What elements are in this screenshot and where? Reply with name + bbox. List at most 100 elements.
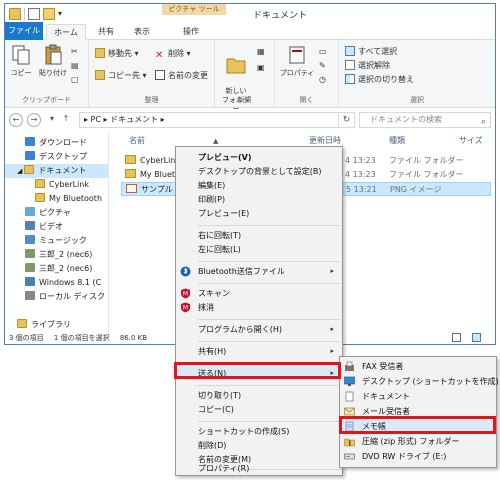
nav-item-cyberlink[interactable]: CyberLink	[5, 178, 108, 192]
menu-item-create-shortcut[interactable]: ショートカットの作成(S)	[176, 425, 342, 438]
chevron-down-icon[interactable]: ◢	[17, 167, 22, 175]
folder-icon	[35, 179, 45, 188]
delete-icon: ✕	[155, 50, 164, 61]
context-menu: プレビュー(V) デスクトップの背景として設定(B) 編集(E) 印刷(P) プ…	[175, 146, 343, 476]
tab-share[interactable]: 共有	[91, 24, 121, 40]
documents-icon	[24, 165, 35, 174]
select-all-button[interactable]: すべて選択	[345, 46, 397, 58]
desktop-icon	[25, 151, 35, 160]
rename-button[interactable]: 名前の変更	[155, 70, 208, 82]
edit-icon[interactable]: ✎	[319, 60, 326, 72]
move-to-button[interactable]: 移動先 ▾	[95, 48, 139, 60]
menu-item-rotate-left[interactable]: 左に回転(L)	[176, 243, 342, 256]
svg-text:M: M	[183, 291, 188, 298]
nav-item-local-disk[interactable]: ローカル ディスク (D	[5, 290, 108, 304]
antivirus-icon: M	[181, 288, 190, 299]
details-view-icon[interactable]	[452, 333, 461, 342]
nav-item-windows-drive[interactable]: Windows 8.1 (C	[5, 276, 108, 290]
refresh-icon[interactable]: ↻	[339, 112, 355, 128]
select-none-button[interactable]: 選択解除	[345, 60, 390, 72]
nav-item-network-drive-1[interactable]: 三郎_2 (nec6)	[5, 248, 108, 262]
nav-item-documents[interactable]: ◢ ドキュメント	[5, 164, 108, 178]
new-item-icon[interactable]: ▦	[257, 46, 265, 58]
copy-button[interactable]: コピー	[7, 44, 35, 78]
invert-selection-button[interactable]: 選択の切り替え	[345, 74, 414, 86]
column-header-size[interactable]: サイズ	[459, 134, 483, 148]
menu-item-edit[interactable]: 編集(E)	[176, 179, 342, 192]
large-icons-view-icon[interactable]	[472, 333, 481, 342]
nav-item-music[interactable]: ミュージック	[5, 234, 108, 248]
menu-item-print[interactable]: 印刷(P)	[176, 193, 342, 206]
invert-selection-icon	[345, 74, 355, 84]
open-icon[interactable]: ▭	[319, 46, 327, 58]
status-selected: 1 個の項目を選択	[53, 334, 110, 342]
easy-access-icon[interactable]: ▣	[257, 62, 265, 74]
send-to-fax[interactable]: FAX 受信者	[340, 360, 496, 373]
send-to-desktop[interactable]: デスクトップ (ショートカットを作成)	[340, 375, 499, 388]
ribbon: コピー 貼り付け ✂ ▤ ▢ クリップボード 移動先 ▾ コピー先 ▾ ✕ 削除…	[5, 40, 495, 113]
navigation-pane: ダウンロード デスクトップ ◢ ドキュメント CyberLink My Bluet…	[5, 132, 109, 332]
menu-item-rotate-right[interactable]: 右に回転(T)	[176, 229, 342, 242]
back-button[interactable]: ←	[9, 113, 23, 127]
menu-item-bluetooth-send[interactable]: Bluetooth送信ファイル ▸	[176, 265, 342, 278]
history-icon[interactable]: ◷	[319, 74, 326, 86]
network-drive-icon	[25, 263, 35, 272]
menu-item-properties[interactable]: プロパティ(R)	[176, 462, 342, 475]
menu-item-cut[interactable]: 切り取り(T)	[176, 389, 342, 402]
menu-item-set-background[interactable]: デスクトップの背景として設定(B)	[176, 165, 342, 178]
tab-view[interactable]: 表示	[127, 24, 157, 40]
paste-button[interactable]: 貼り付け	[39, 44, 67, 78]
nav-item-network-drive-2[interactable]: 三郎_2 (nec6)	[5, 262, 108, 276]
bluetooth-icon	[180, 266, 191, 277]
send-to-zip[interactable]: 圧縮 (zip 形式) フォルダー	[340, 435, 496, 448]
nav-item-libraries[interactable]: ライブラリ	[5, 318, 108, 332]
folder-icon	[35, 193, 45, 202]
folder-icon	[125, 169, 136, 178]
properties-button[interactable]: プロパティ	[279, 44, 315, 78]
menu-separator	[198, 341, 340, 342]
copy-to-button[interactable]: コピー先 ▾	[95, 70, 147, 82]
paste-shortcut-icon[interactable]: ▢	[71, 74, 79, 86]
menu-item-share[interactable]: 共有(H) ▸	[176, 345, 342, 358]
menu-item-copy[interactable]: コピー(C)	[176, 403, 342, 416]
cut-icon[interactable]: ✂	[71, 46, 78, 58]
network-drive-icon	[25, 249, 35, 258]
fax-icon	[345, 361, 354, 371]
select-none-icon	[345, 60, 355, 70]
send-to-dvd[interactable]: DVD RW ドライブ (E:)	[340, 450, 496, 463]
menu-item-open-with[interactable]: プログラムから開く(H) ▸	[176, 323, 342, 336]
open-group: プロパティ ▭ ✎ ◷ 開く	[275, 40, 339, 108]
chevron-down-icon[interactable]: ▾	[45, 113, 59, 127]
menu-item-delete[interactable]: 削除(D)	[176, 439, 342, 452]
clipboard-group-label: クリップボード	[22, 96, 71, 104]
column-header-type[interactable]: 種類	[389, 134, 405, 148]
rename-icon	[155, 70, 165, 80]
view-switcher	[452, 333, 489, 342]
search-input[interactable]: ドキュメントの検索 ⌕	[359, 112, 491, 128]
forward-button[interactable]: →	[27, 113, 41, 127]
send-to-documents[interactable]: ドキュメント	[340, 390, 496, 403]
nav-item-videos[interactable]: ビデオ	[5, 220, 108, 234]
address-bar[interactable]: ▸ PC ▸ ドキュメント ▸	[79, 112, 339, 128]
menu-separator	[198, 283, 340, 284]
menu-item-preview-e[interactable]: プレビュー(E)	[176, 207, 342, 220]
up-button[interactable]: ↑	[59, 113, 73, 127]
status-item-count: 3 個の項目	[9, 334, 44, 342]
nav-item-desktop[interactable]: デスクトップ	[5, 150, 108, 164]
menu-item-shred[interactable]: M 抹消	[176, 301, 342, 314]
antivirus-icon: M	[181, 302, 190, 313]
delete-button[interactable]: ✕ 削除 ▾	[155, 48, 191, 61]
menu-item-scan[interactable]: M スキャン	[176, 287, 342, 300]
nav-item-my-bluetooth[interactable]: My Bluetooth	[5, 192, 108, 206]
select-group-label: 選択	[410, 96, 424, 104]
nav-item-pictures[interactable]: ピクチャ	[5, 206, 108, 220]
tab-file[interactable]: ファイル	[5, 22, 43, 40]
menu-separator	[198, 225, 340, 226]
menu-item-preview[interactable]: プレビュー(V)	[176, 151, 342, 164]
nav-item-downloads[interactable]: ダウンロード	[5, 136, 108, 150]
tab-home[interactable]: ホーム	[46, 24, 86, 40]
column-header-name[interactable]: 名前	[129, 134, 145, 148]
copy-path-icon[interactable]: ▤	[71, 60, 79, 72]
image-file-icon	[126, 184, 137, 193]
tab-manage[interactable]: 操作	[171, 24, 211, 40]
